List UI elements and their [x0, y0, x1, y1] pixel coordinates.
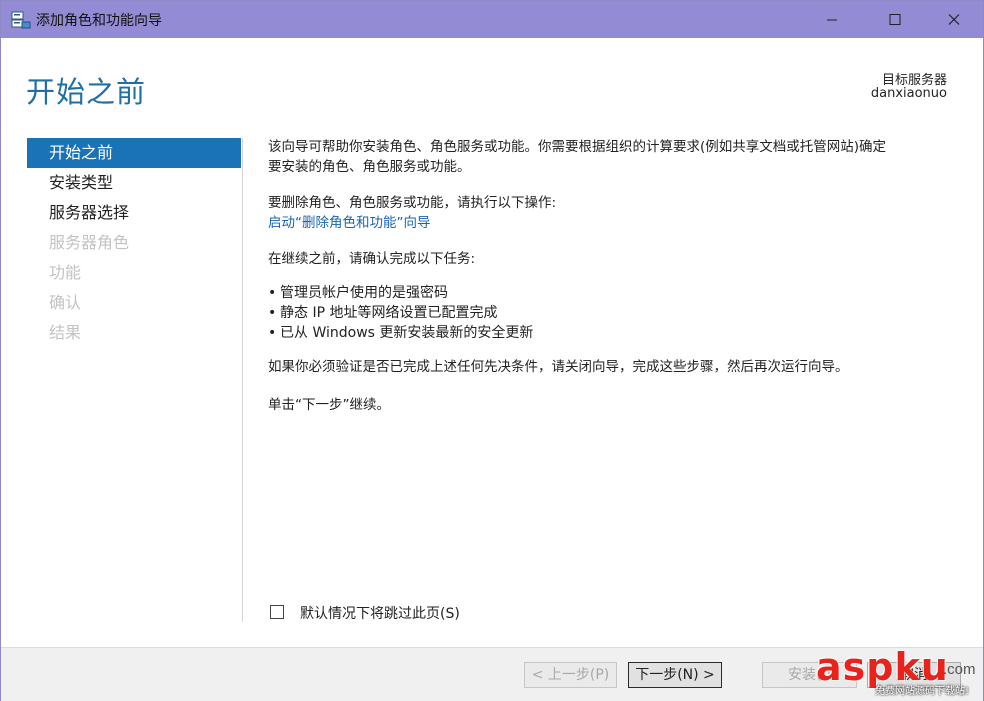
- nav-item-server-selection[interactable]: 服务器选择: [27, 198, 241, 228]
- intro-text-line1: 该向导可帮助你安装角色、角色服务或功能。你需要根据组织的计算要求(例如共享文档或…: [268, 139, 887, 155]
- minimize-button[interactable]: [809, 1, 855, 38]
- remove-roles-text: 要删除角色、角色服务或功能，请执行以下操作:: [268, 195, 557, 211]
- intro-text-line2: 要安装的角色、角色服务或功能。: [268, 159, 471, 175]
- continue-text: 单击“下一步”继续。: [268, 397, 390, 413]
- next-button[interactable]: 下一步(N) >: [628, 662, 722, 688]
- maximize-button[interactable]: [872, 1, 918, 38]
- skip-page-label[interactable]: 默认情况下将跳过此页(S): [300, 603, 460, 623]
- list-item: 管理员帐户使用的是强密码: [268, 283, 968, 303]
- nav-item-results: 结果: [49, 323, 82, 342]
- nav-item-features: 功能: [49, 263, 82, 282]
- nav-item-confirmation: 确认: [49, 293, 82, 312]
- verify-text: 如果你必须验证是否已完成上述任何先决条件，请关闭向导，完成这些步骤，然后再次运行…: [268, 359, 849, 375]
- minimize-icon: [827, 19, 837, 21]
- page-title: 开始之前: [26, 75, 147, 109]
- previous-button: < 上一步(P): [524, 662, 617, 688]
- list-item: 已从 Windows 更新安装最新的安全更新: [268, 323, 968, 343]
- confirm-tasks-text: 在继续之前，请确认完成以下任务:: [268, 251, 476, 267]
- wizard-window: 添加角色和功能向导 开始之前 目标服务器 danxiaonuo 开始之前 安装类…: [0, 0, 984, 701]
- watermark-domain: .com: [943, 661, 976, 678]
- list-item: 静态 IP 地址等网络设置已配置完成: [268, 303, 968, 323]
- watermark-tagline: 免费网站源码下载站!: [875, 686, 970, 697]
- nav-item-before-you-begin[interactable]: 开始之前: [27, 138, 241, 168]
- skip-page-checkbox[interactable]: [270, 605, 284, 619]
- nav-divider: [242, 138, 243, 622]
- nav-item-server-roles: 服务器角色: [49, 233, 130, 252]
- target-server-name: danxiaonuo: [870, 86, 947, 101]
- nav-item-installation-type[interactable]: 安装类型: [27, 168, 241, 198]
- close-button[interactable]: [931, 1, 977, 38]
- remove-roles-wizard-link[interactable]: 启动“删除角色和功能”向导: [268, 213, 968, 233]
- site-watermark: aspku .com 免费网站源码下载站!: [813, 645, 983, 700]
- wizard-steps-nav: 开始之前 安装类型 服务器选择 服务器角色 功能 确认 结果: [27, 138, 241, 348]
- task-list: 管理员帐户使用的是强密码 静态 IP 地址等网络设置已配置完成 已从 Windo…: [268, 283, 968, 343]
- title-bar[interactable]: 添加角色和功能向导: [1, 1, 983, 38]
- close-icon: [948, 14, 960, 25]
- window-title: 添加角色和功能向导: [36, 13, 162, 29]
- maximize-icon: [889, 14, 901, 25]
- server-wizard-icon: [11, 10, 31, 30]
- content-panel: 该向导可帮助你安装角色、角色服务或功能。你需要根据组织的计算要求(例如共享文档或…: [268, 137, 968, 415]
